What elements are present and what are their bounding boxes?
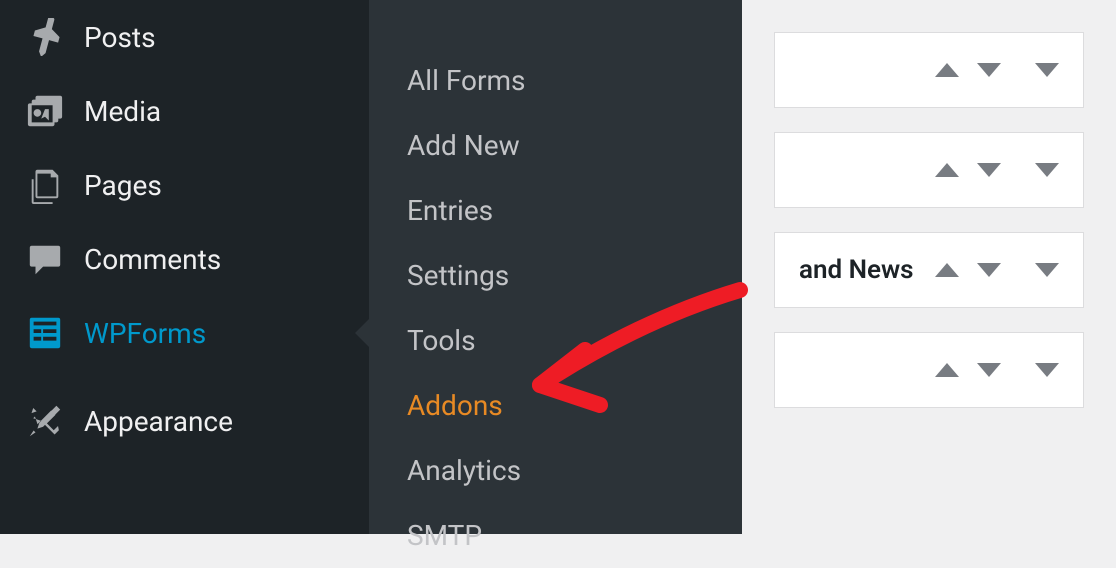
submenu-item-add-new[interactable]: Add New [369,113,742,178]
sidebar-item-label: Pages [84,169,162,202]
sidebar-item-media[interactable]: Media [0,74,369,148]
content-area: and News [742,0,1116,534]
caret-up-icon[interactable] [935,263,959,277]
caret-up-icon[interactable] [935,163,959,177]
caret-down-icon[interactable] [977,363,1001,377]
caret-down-icon[interactable] [977,63,1001,77]
caret-toggle-icon[interactable] [1035,163,1059,177]
caret-toggle-icon[interactable] [1035,363,1059,377]
widget-box[interactable] [774,132,1084,208]
appearance-icon [24,400,66,442]
widget-title: and News [799,255,914,285]
sidebar-item-label: Appearance [84,405,233,438]
caret-down-icon[interactable] [977,163,1001,177]
pushpin-icon [24,16,66,58]
sidebar-item-appearance[interactable]: Appearance [0,384,369,458]
submenu-item-all-forms[interactable]: All Forms [369,48,742,113]
sidebar-item-label: Posts [84,21,156,54]
widget-box[interactable] [774,32,1084,108]
media-icon [24,90,66,132]
wpforms-submenu: All Forms Add New Entries Settings Tools… [369,0,742,534]
submenu-item-analytics[interactable]: Analytics [369,438,742,503]
caret-up-icon[interactable] [935,63,959,77]
sidebar-item-label: Media [84,95,161,128]
submenu-item-tools[interactable]: Tools [369,308,742,373]
widget-box[interactable]: and News [774,232,1084,308]
submenu-item-addons[interactable]: Addons [369,373,742,438]
sidebar-item-comments[interactable]: Comments [0,222,369,296]
sidebar-item-wpforms[interactable]: WPForms [0,296,369,370]
caret-up-icon[interactable] [935,363,959,377]
caret-toggle-icon[interactable] [1035,63,1059,77]
widget-box[interactable] [774,332,1084,408]
caret-down-icon[interactable] [977,263,1001,277]
sidebar-item-label: Comments [84,243,221,276]
admin-sidebar: Posts Media Pages Comments WPForms Appea… [0,0,369,534]
sidebar-item-posts[interactable]: Posts [0,0,369,74]
submenu-item-smtp[interactable]: SMTP [369,503,742,568]
submenu-item-entries[interactable]: Entries [369,178,742,243]
sidebar-item-pages[interactable]: Pages [0,148,369,222]
submenu-item-settings[interactable]: Settings [369,243,742,308]
pages-icon [24,164,66,206]
sidebar-item-label: WPForms [84,317,206,350]
wpforms-icon [24,312,66,354]
caret-toggle-icon[interactable] [1035,263,1059,277]
comments-icon [24,238,66,280]
sidebar-separator [0,370,369,384]
